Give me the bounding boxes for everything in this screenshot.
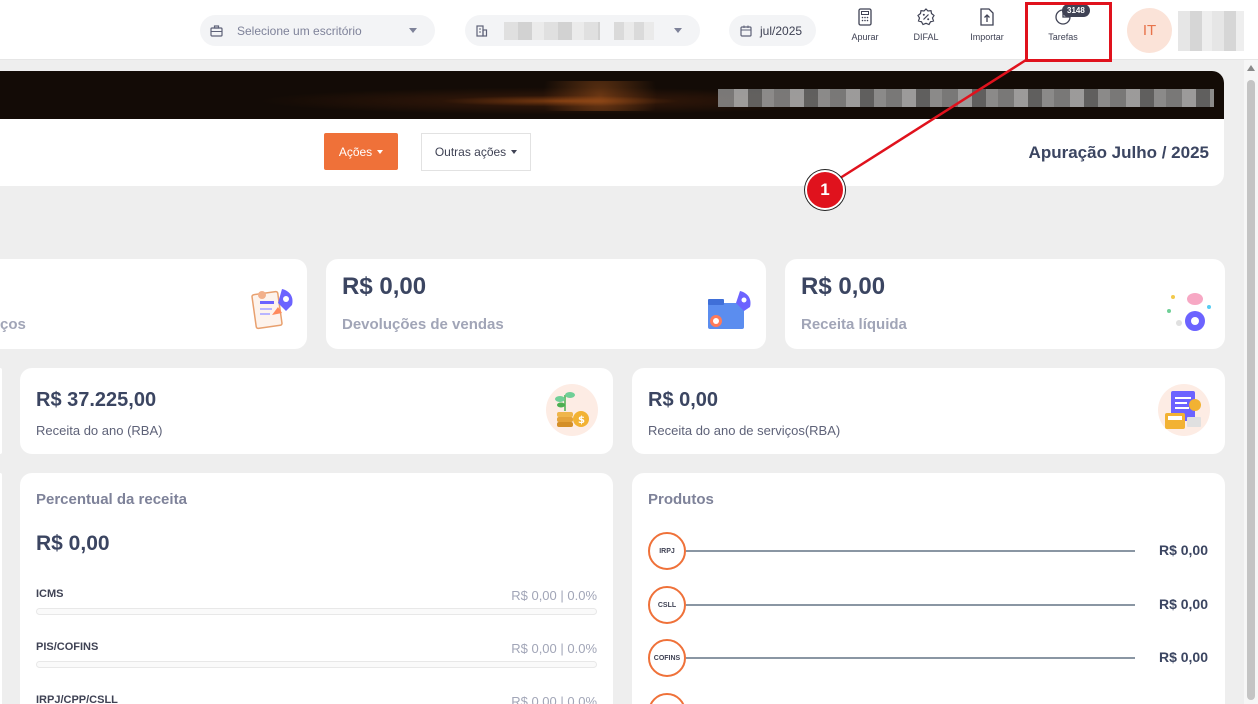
page-title: Apuração Julho / 2025 <box>1028 143 1209 162</box>
stat-card-devolucoes: R$ 0,00 Devoluções de vendas <box>326 259 766 349</box>
username-redacted <box>1178 11 1244 51</box>
produto-code: IRPJ <box>659 547 675 555</box>
difal-button[interactable]: DIFAL <box>900 8 952 52</box>
produto-code: COFINS <box>653 654 681 662</box>
chevron-down-icon <box>511 150 518 154</box>
apurar-label: Apurar <box>851 32 879 42</box>
receita-liquida-value: R$ 0,00 <box>801 273 886 300</box>
importar-label: Importar <box>970 32 1004 42</box>
calendar-icon <box>740 25 752 37</box>
row-label: IRPJ/CPP/CSLL <box>36 694 118 704</box>
building-icon <box>476 25 488 37</box>
calculator-icon <box>858 8 872 26</box>
produto-item-csll: CSLL R$ 0,00 <box>648 586 1208 624</box>
produto-line <box>686 604 1135 606</box>
apuracao-header-card: Ações Outras ações Apuração Julho / 2025 <box>0 71 1224 186</box>
produto-line <box>686 550 1135 552</box>
clipboard-rocket-icon <box>251 289 293 330</box>
briefcase-icon <box>210 24 223 37</box>
row-value: R$ 0,00 | 0.0% <box>511 694 597 704</box>
receita-ano-label: Receita do ano (RBA) <box>36 423 163 438</box>
produto-code-circle <box>648 693 686 704</box>
stat-card-servicos: ços <box>0 259 307 349</box>
company-id-redacted <box>614 21 654 40</box>
stat-card-receita-servicos: R$ 0,00 Receita do ano de serviços(RBA) <box>632 368 1225 454</box>
chevron-down-icon <box>674 28 682 33</box>
produtos-title: Produtos <box>648 491 714 508</box>
money-plant-icon: $ <box>546 384 598 436</box>
stat-label-partial: ços <box>0 316 26 333</box>
receita-servicos-value: R$ 0,00 <box>648 389 719 411</box>
progress-bar <box>36 661 597 668</box>
svg-text:$: $ <box>578 415 585 426</box>
stat-card-receita-liquida: R$ 0,00 Receita líquida <box>785 259 1225 349</box>
produto-line <box>686 657 1135 659</box>
folder-rocket-icon <box>708 291 751 329</box>
acoes-button[interactable]: Ações <box>324 133 398 170</box>
percentual-panel: Percentual da receita R$ 0,00 ICMS R$ 0,… <box>20 473 613 704</box>
percentual-title: Percentual da receita <box>36 491 187 508</box>
company-name-redacted <box>504 21 600 40</box>
period-value: jul/2025 <box>760 23 803 38</box>
importar-button[interactable]: Importar <box>961 8 1013 52</box>
scroll-up-arrow-icon[interactable] <box>1247 65 1255 71</box>
percentual-total: R$ 0,00 <box>36 532 110 555</box>
rocket-piggy-icon <box>1167 293 1211 331</box>
page-scrollbar[interactable] <box>1244 60 1258 704</box>
stat-card-edge <box>0 368 2 454</box>
period-select[interactable]: jul/2025 <box>729 15 816 46</box>
banner-text-redacted <box>718 89 1214 107</box>
office-placeholder: Selecione um escritório <box>237 23 362 38</box>
panel-edge <box>0 473 2 704</box>
company-banner <box>0 71 1224 119</box>
avatar-initials: IT <box>1142 22 1157 39</box>
produto-value: R$ 0,00 <box>1158 542 1208 558</box>
produto-item-irpj: IRPJ R$ 0,00 <box>648 532 1208 570</box>
produto-code: CSLL <box>657 601 677 609</box>
produto-value: R$ 0,00 <box>1158 649 1208 665</box>
row-label: ICMS <box>36 588 64 600</box>
produto-item-cofins: COFINS R$ 0,00 <box>648 639 1208 677</box>
difal-label: DIFAL <box>913 32 939 42</box>
receita-liquida-label: Receita líquida <box>801 316 907 333</box>
produto-item-partial <box>648 693 1208 704</box>
apurar-button[interactable]: Apurar <box>839 8 891 52</box>
company-select[interactable] <box>465 15 700 46</box>
produto-value: R$ 0,00 <box>1158 596 1208 612</box>
devolucoes-value: R$ 0,00 <box>342 273 427 300</box>
annotation-marker: 1 <box>805 170 845 210</box>
produto-code-circle: CSLL <box>648 586 686 624</box>
acoes-label: Ações <box>338 144 373 159</box>
outras-acoes-label: Outras ações <box>434 145 507 159</box>
progress-bar <box>36 608 597 615</box>
scroll-thumb[interactable] <box>1247 80 1255 700</box>
office-select[interactable]: Selecione um escritório <box>200 15 435 46</box>
produtos-panel: Produtos IRPJ R$ 0,00 CSLL R$ 0,00 COFIN… <box>632 473 1225 704</box>
devolucoes-label: Devoluções de vendas <box>342 316 504 333</box>
receita-ano-value: R$ 37.225,00 <box>36 389 157 411</box>
percent-badge-icon <box>917 8 935 26</box>
row-label: PIS/COFINS <box>36 641 99 653</box>
stat-card-receita-ano: R$ 37.225,00 Receita do ano (RBA) $ <box>20 368 613 454</box>
invoice-calculator-icon <box>1158 384 1210 436</box>
marker-number: 1 <box>820 180 830 199</box>
avatar[interactable]: IT <box>1127 8 1172 53</box>
outras-acoes-button[interactable]: Outras ações <box>421 133 531 171</box>
produto-code-circle: IRPJ <box>648 532 686 570</box>
row-value: R$ 0,00 | 0.0% <box>511 641 597 656</box>
highlight-box <box>1025 2 1112 62</box>
chevron-down-icon <box>409 28 417 33</box>
banner-glow <box>520 81 680 111</box>
produto-code-circle: COFINS <box>648 639 686 677</box>
file-upload-icon <box>980 8 994 26</box>
row-value: R$ 0,00 | 0.0% <box>511 588 597 603</box>
receita-servicos-label: Receita do ano de serviços(RBA) <box>648 423 841 438</box>
chevron-down-icon <box>377 149 384 154</box>
